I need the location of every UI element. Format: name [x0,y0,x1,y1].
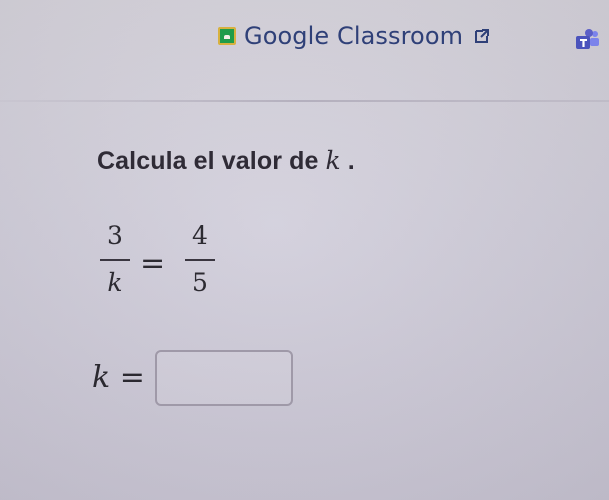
google-classroom-logo-icon [218,27,236,45]
question-variable: k [325,146,341,175]
google-classroom-label: Google Classroom [244,22,464,50]
answer-label: k = [92,360,145,395]
question-prompt: Calcula el valor de k . [97,146,355,176]
teams-icon[interactable] [575,28,601,52]
right-denominator: 5 [192,268,208,297]
equation-equals-sign: = [140,246,166,281]
right-numerator: 4 [192,221,208,250]
left-fraction: 3 k [100,221,130,298]
top-bar: Google Classroom [0,0,609,96]
left-numerator: 3 [107,221,123,250]
question-period: . [347,147,355,175]
left-fraction-bar [100,259,130,261]
right-fraction: 4 5 [185,221,215,298]
external-link-icon [475,29,490,43]
right-fraction-bar [185,259,215,261]
left-denominator: k [107,268,123,297]
google-classroom-link[interactable]: Google Classroom [218,24,491,48]
header-divider [0,100,609,102]
proportion-equation: 3 k = 4 5 [100,221,250,311]
answer-row: k = [92,350,322,406]
question-text: Calcula el valor de [97,147,326,175]
k-answer-input[interactable] [154,350,293,406]
